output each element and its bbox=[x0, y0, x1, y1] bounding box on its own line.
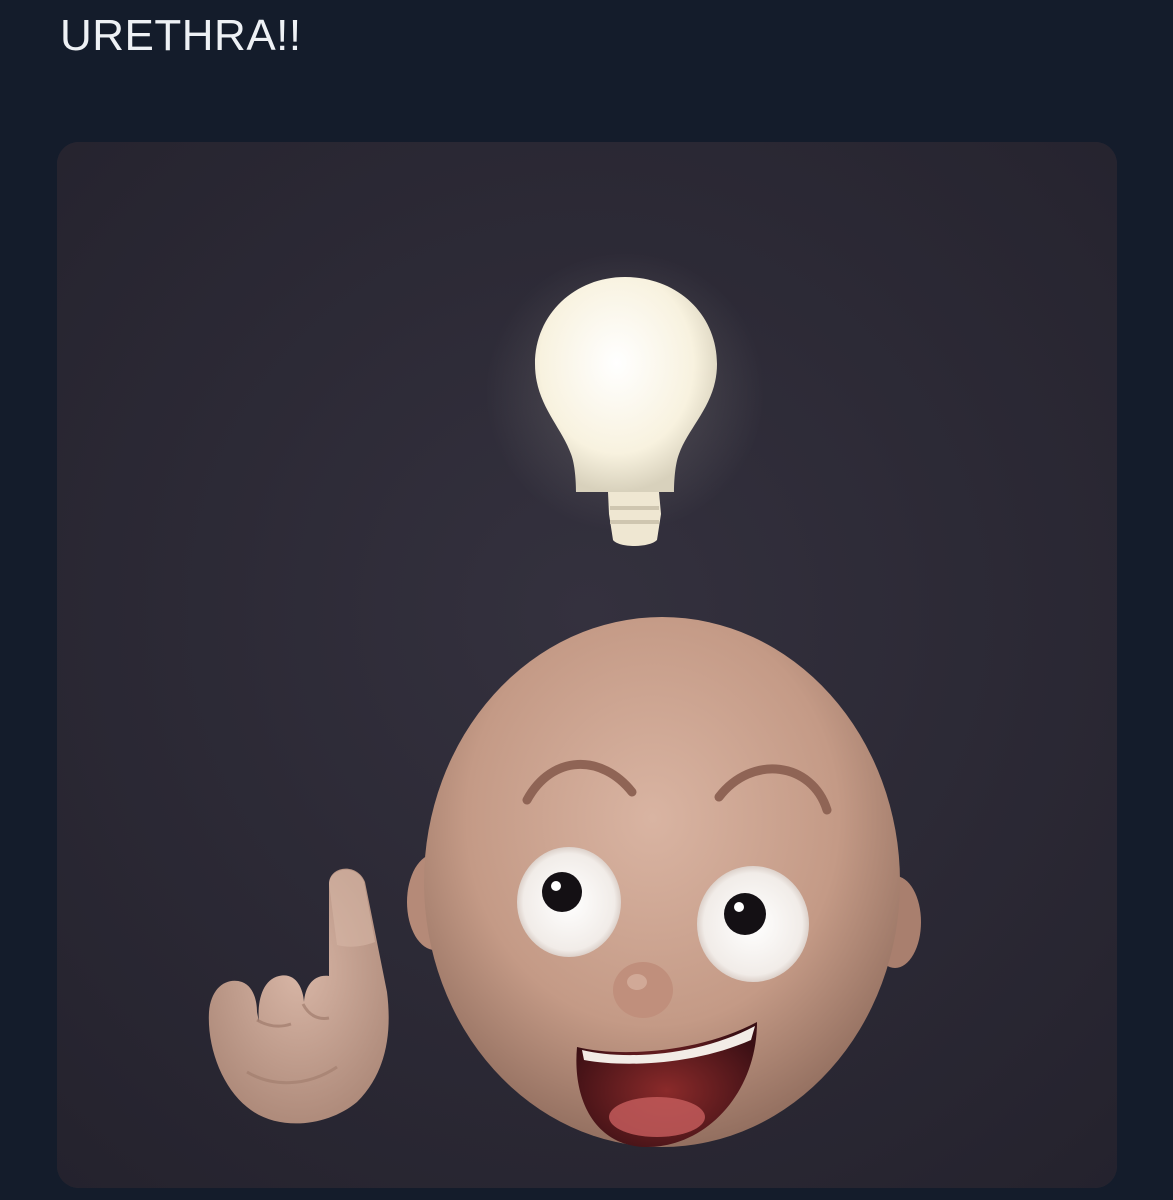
post-media-image[interactable] bbox=[57, 142, 1117, 1188]
post-text: URETHRA!! bbox=[60, 11, 302, 60]
left-eye bbox=[517, 847, 621, 957]
meme-illustration bbox=[57, 142, 1117, 1188]
nose bbox=[613, 962, 673, 1018]
right-eye bbox=[697, 866, 809, 982]
